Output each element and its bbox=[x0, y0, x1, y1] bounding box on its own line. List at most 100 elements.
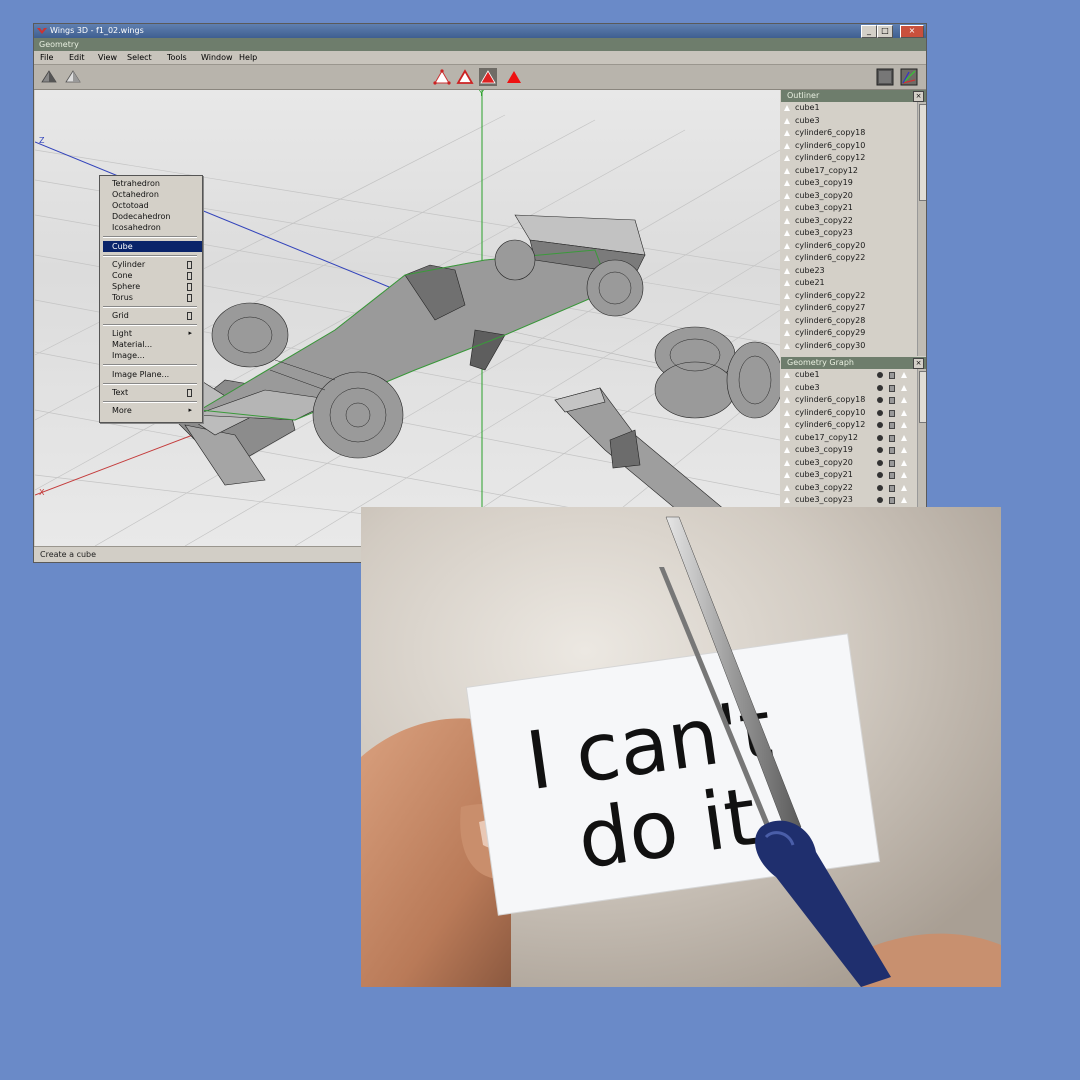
close-icon[interactable]: × bbox=[913, 358, 924, 369]
menu-item-torus[interactable]: Torus bbox=[112, 292, 196, 303]
eye-icon[interactable] bbox=[877, 384, 883, 391]
menu-item-dodecahedron[interactable]: Dodecahedron bbox=[112, 211, 196, 222]
list-item[interactable]: cube3_copy22 bbox=[781, 482, 918, 495]
option-box-icon[interactable] bbox=[187, 389, 192, 397]
list-item[interactable]: cube1 bbox=[781, 102, 918, 115]
list-item[interactable]: cylinder6_copy30 bbox=[781, 340, 918, 353]
option-box-icon[interactable] bbox=[187, 283, 192, 291]
3d-viewport[interactable]: Y Z X Tetrahedron Octahedron Octotoad Do… bbox=[35, 90, 780, 546]
lock-icon[interactable] bbox=[889, 372, 895, 379]
lock-icon[interactable] bbox=[889, 484, 895, 492]
menu-help[interactable]: Help bbox=[239, 51, 257, 64]
list-item[interactable]: cube3 bbox=[781, 115, 918, 128]
axes-toggle-icon[interactable] bbox=[900, 68, 918, 86]
wireframe-icon[interactable] bbox=[901, 384, 907, 391]
list-item[interactable]: cube3_copy23 bbox=[781, 227, 918, 240]
list-item[interactable]: cube17_copy12 bbox=[781, 165, 918, 178]
maximize-button[interactable]: □ bbox=[877, 25, 893, 38]
menu-file[interactable]: File bbox=[40, 51, 53, 64]
list-item[interactable]: cube3_copy21 bbox=[781, 469, 918, 482]
menu-item-material[interactable]: Material... bbox=[112, 339, 196, 350]
wireframe-icon[interactable] bbox=[901, 484, 907, 491]
list-item[interactable]: cube17_copy12 bbox=[781, 432, 918, 445]
list-item[interactable]: cylinder6_copy27 bbox=[781, 302, 918, 315]
lock-icon[interactable] bbox=[889, 497, 895, 504]
eye-icon[interactable] bbox=[877, 434, 883, 441]
ortho-view-icon[interactable] bbox=[40, 68, 58, 86]
menu-view[interactable]: View bbox=[98, 51, 117, 64]
wireframe-icon[interactable] bbox=[901, 409, 907, 416]
option-box-icon[interactable] bbox=[187, 312, 192, 320]
option-box-icon[interactable] bbox=[187, 261, 192, 269]
menu-item-octahedron[interactable]: Octahedron bbox=[112, 189, 196, 200]
vertex-select-icon[interactable] bbox=[433, 68, 451, 86]
list-item[interactable]: cube23 bbox=[781, 265, 918, 278]
eye-icon[interactable] bbox=[877, 472, 883, 478]
menu-select[interactable]: Select bbox=[127, 51, 152, 64]
menu-window[interactable]: Window bbox=[201, 51, 233, 64]
menu-item-text[interactable]: Text bbox=[112, 387, 196, 398]
list-item[interactable]: cylinder6_copy22 bbox=[781, 290, 918, 303]
wireframe-icon[interactable] bbox=[901, 447, 907, 453]
wireframe-icon[interactable] bbox=[901, 472, 907, 478]
menu-item-tetrahedron[interactable]: Tetrahedron bbox=[112, 178, 196, 189]
list-item[interactable]: cube3 bbox=[781, 382, 918, 395]
option-box-icon[interactable] bbox=[187, 272, 192, 280]
eye-icon[interactable] bbox=[877, 422, 883, 428]
menu-item-grid[interactable]: Grid bbox=[112, 310, 196, 321]
eye-icon[interactable] bbox=[877, 497, 883, 503]
menu-item-cube[interactable]: Cube bbox=[103, 241, 202, 252]
list-item[interactable]: cylinder6_copy12 bbox=[781, 152, 918, 165]
outliner-scrollbar[interactable] bbox=[917, 102, 926, 356]
edge-select-icon[interactable] bbox=[456, 68, 474, 86]
eye-icon[interactable] bbox=[877, 397, 883, 403]
list-item[interactable]: cylinder6_copy10 bbox=[781, 407, 918, 420]
list-item[interactable]: cylinder6_copy28 bbox=[781, 315, 918, 328]
list-item[interactable]: cylinder6_copy20 bbox=[781, 240, 918, 253]
list-item[interactable]: cylinder6_copy29 bbox=[781, 327, 918, 340]
list-item[interactable]: cube3_copy20 bbox=[781, 457, 918, 470]
list-item[interactable]: cylinder6_copy22 bbox=[781, 252, 918, 265]
menu-item-image-plane[interactable]: Image Plane... bbox=[112, 369, 196, 380]
wireframe-icon[interactable] bbox=[901, 372, 907, 378]
menu-edit[interactable]: Edit bbox=[69, 51, 85, 64]
option-box-icon[interactable] bbox=[187, 294, 192, 302]
wireframe-icon[interactable] bbox=[901, 397, 907, 403]
eye-icon[interactable] bbox=[877, 372, 883, 378]
list-item[interactable]: cube3_copy19 bbox=[781, 444, 918, 457]
lock-icon[interactable] bbox=[889, 422, 895, 429]
close-button[interactable]: × bbox=[900, 25, 924, 38]
eye-icon[interactable] bbox=[877, 484, 883, 491]
list-item[interactable]: cube3_copy23 bbox=[781, 494, 918, 507]
lock-icon[interactable] bbox=[889, 434, 895, 442]
lock-icon[interactable] bbox=[889, 459, 895, 467]
list-item[interactable]: cube3_copy19 bbox=[781, 177, 918, 190]
eye-icon[interactable] bbox=[877, 409, 883, 416]
menu-item-image[interactable]: Image... bbox=[112, 350, 196, 361]
body-select-icon[interactable] bbox=[505, 68, 523, 86]
menu-item-light[interactable]: Light ▸ bbox=[112, 328, 196, 339]
list-item[interactable]: cylinder6_copy18 bbox=[781, 127, 918, 140]
menu-item-sphere[interactable]: Sphere bbox=[112, 281, 196, 292]
minimize-button[interactable]: _ bbox=[861, 25, 877, 38]
lock-icon[interactable] bbox=[889, 409, 895, 417]
face-select-icon[interactable] bbox=[479, 68, 497, 86]
wireframe-icon[interactable] bbox=[901, 497, 907, 503]
list-item[interactable]: cylinder6_copy18 bbox=[781, 394, 918, 407]
perspective-view-icon[interactable] bbox=[64, 68, 82, 86]
scrollbar-thumb[interactable] bbox=[919, 371, 926, 423]
lock-icon[interactable] bbox=[889, 397, 895, 404]
wireframe-icon[interactable] bbox=[901, 434, 907, 441]
lock-icon[interactable] bbox=[889, 447, 895, 454]
menu-item-icosahedron[interactable]: Icosahedron bbox=[112, 222, 196, 233]
menu-item-octotoad[interactable]: Octotoad bbox=[112, 200, 196, 211]
eye-icon[interactable] bbox=[877, 459, 883, 466]
list-item[interactable]: cube3_copy21 bbox=[781, 202, 918, 215]
list-item[interactable]: cylinder6_copy12 bbox=[781, 419, 918, 432]
scrollbar-thumb[interactable] bbox=[919, 104, 926, 201]
lock-icon[interactable] bbox=[889, 472, 895, 479]
lock-icon[interactable] bbox=[889, 384, 895, 392]
menu-item-cone[interactable]: Cone bbox=[112, 270, 196, 281]
eye-icon[interactable] bbox=[877, 447, 883, 453]
list-item[interactable]: cube3_copy20 bbox=[781, 190, 918, 203]
